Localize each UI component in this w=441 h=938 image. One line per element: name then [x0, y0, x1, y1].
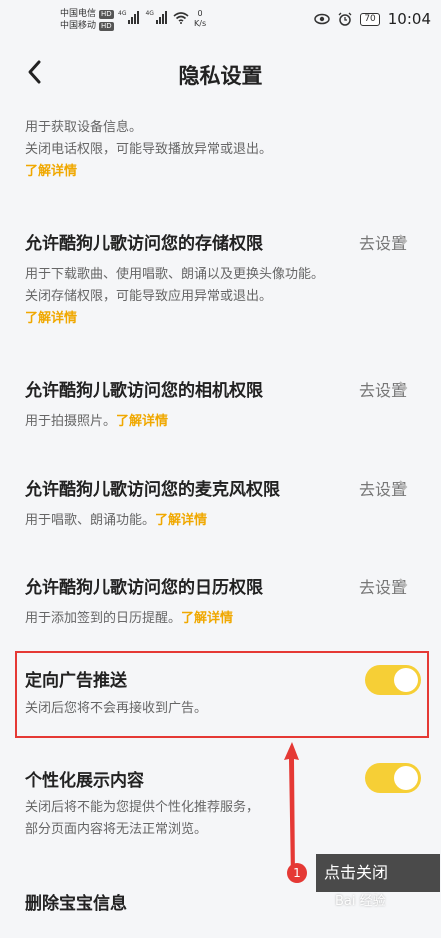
- storage-permission-desc-1: 用于下载歌曲、使用唱歌、朗诵以及更换头像功能。: [25, 267, 325, 282]
- camera-permission-desc: 用于拍摄照片。了解详情: [25, 411, 425, 433]
- hd-badge-1: HD: [99, 9, 114, 19]
- personalized-content-desc-2: 部分页面内容将无法正常浏览。: [25, 822, 208, 837]
- carrier-2: 中国移动: [60, 21, 97, 31]
- carrier-info: 中国电信 HD 中国移动 HD: [60, 8, 114, 32]
- learn-more-link[interactable]: 了解详情: [181, 611, 233, 626]
- header: 隐私设置: [0, 52, 441, 92]
- microphone-permission-desc: 用于唱歌、朗诵功能。了解详情: [25, 510, 425, 532]
- phone-permission-desc-1: 用于获取设备信息。: [25, 120, 143, 135]
- eye-icon: [314, 13, 331, 25]
- storage-permission-desc-2: 关闭存储权限，可能导致应用异常或退出。: [25, 289, 273, 304]
- hd-badge-2: HD: [99, 21, 114, 31]
- phone-permission-desc-2: 关闭电话权限，可能导致播放异常或退出。: [25, 142, 273, 157]
- annotation-number: 1: [287, 863, 307, 883]
- signal-type-1: 4G: [118, 10, 127, 17]
- signal-indicators: 4G 4G: [118, 10, 189, 24]
- watermark: Bai 经验: [335, 894, 386, 909]
- page-title: 隐私设置: [178, 64, 263, 88]
- annotation-arrow-icon: [284, 742, 299, 878]
- calendar-desc-text: 用于添加签到的日历提醒。: [25, 611, 182, 626]
- learn-more-link[interactable]: 了解详情: [25, 308, 425, 330]
- wifi-icon: [173, 12, 189, 24]
- learn-more-link[interactable]: 了解详情: [155, 513, 207, 528]
- speed-value: 0: [197, 9, 203, 18]
- signal-type-2: 4G: [145, 10, 154, 17]
- personalized-content-toggle[interactable]: [365, 763, 421, 793]
- signal-icon-2: 4G: [145, 10, 167, 24]
- learn-more-link[interactable]: 了解详情: [25, 161, 425, 183]
- camera-desc-text: 用于拍摄照片。: [25, 414, 117, 429]
- calendar-permission-desc: 用于添加签到的日历提醒。了解详情: [25, 608, 425, 630]
- carrier-1: 中国电信: [60, 9, 97, 19]
- chevron-right-icon: [399, 480, 408, 494]
- personalized-content-desc-1: 关闭后将不能为您提供个性化推荐服务，: [25, 800, 260, 815]
- toggle-knob: [394, 766, 418, 790]
- right-status: 70 10:04: [314, 10, 431, 28]
- learn-more-link[interactable]: 了解详情: [116, 414, 168, 429]
- highlight-box: [15, 651, 429, 738]
- microphone-desc-text: 用于唱歌、朗诵功能。: [25, 513, 156, 528]
- alarm-icon: [338, 12, 352, 26]
- status-bar: 中国电信 HD 中国移动 HD 4G 4G 0 K/s 70 10:04: [0, 0, 441, 40]
- clock: 10:04: [387, 10, 431, 28]
- chevron-right-icon: [399, 234, 408, 248]
- phone-permission-partial: 用于获取设备信息。 关闭电话权限，可能导致播放异常或退出。 了解详情: [25, 117, 425, 183]
- network-speed: 0 K/s: [194, 9, 206, 29]
- chevron-right-icon: [399, 381, 408, 395]
- signal-icon: 4G: [118, 10, 140, 24]
- chevron-right-icon: [399, 578, 408, 592]
- speed-unit: K/s: [194, 19, 207, 28]
- annotation-label: 点击关闭: [316, 854, 440, 892]
- battery-indicator: 70: [360, 12, 380, 26]
